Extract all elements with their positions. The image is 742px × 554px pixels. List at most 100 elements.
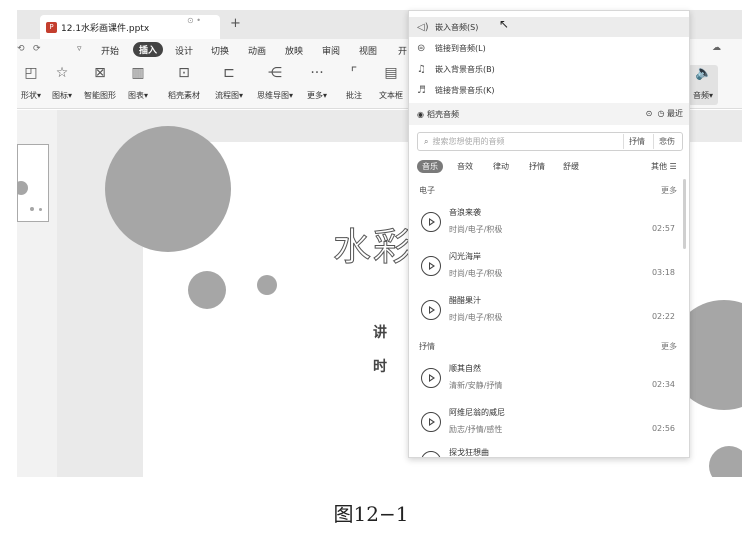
- search-placeholder: 搜索您想使用的音频: [432, 137, 505, 146]
- play-icon[interactable]: [421, 412, 441, 432]
- recent-button[interactable]: ⊙ ◷ 最近: [646, 108, 683, 119]
- track-name: 探戈狂想曲: [449, 448, 489, 457]
- group-lyrical-label: 抒情: [419, 342, 435, 351]
- customize-icon[interactable]: ▿: [77, 44, 82, 54]
- document-tab-title: 12.1水彩画课件.pptx: [61, 23, 150, 34]
- embed-audio-item[interactable]: ◁) 嵌入音频(S): [409, 17, 689, 37]
- music-note-icon: ♫: [417, 63, 426, 75]
- redo-icon[interactable]: ⟳: [33, 44, 41, 54]
- chat-icon[interactable]: ⊙: [646, 109, 653, 118]
- comment-icon: ⌜: [350, 65, 358, 81]
- track-item[interactable]: 闪光海岸 时尚/电子/积极 03:18: [417, 247, 681, 287]
- search-icon: ⌕: [424, 136, 429, 146]
- tab-music[interactable]: 音乐: [417, 160, 443, 173]
- menu-view[interactable]: 视图: [359, 44, 377, 57]
- track-genre: 时尚/电子/积极: [449, 269, 503, 278]
- track-item[interactable]: 顺其自然 清新/安静/抒情 02:34: [417, 359, 681, 399]
- play-icon[interactable]: [421, 256, 441, 276]
- play-icon[interactable]: [421, 300, 441, 320]
- track-duration: 02:56: [651, 424, 675, 433]
- shape-button[interactable]: ◰ 形状▾: [17, 65, 45, 101]
- link-bg-music-item[interactable]: ♬ 链接背景音乐(K): [409, 80, 689, 100]
- chart-button[interactable]: ▥ 图表▾: [123, 65, 153, 101]
- track-name: 顺其自然: [449, 364, 481, 373]
- more-icon: ···: [310, 65, 324, 81]
- search-tag-sad[interactable]: 悲伤: [653, 134, 680, 149]
- menu-home[interactable]: 开始: [101, 44, 119, 57]
- tab-status-icon: ⊙ •: [187, 16, 201, 25]
- thumb-circle: [17, 181, 28, 195]
- slide-thumbnail[interactable]: [17, 144, 49, 222]
- textbox-button[interactable]: ▤ 文本框: [375, 65, 407, 101]
- track-name: 阿维尼翁的威尼: [449, 408, 505, 417]
- slide-thumbnail-panel: [17, 110, 57, 477]
- pptx-file-icon: P: [46, 21, 57, 33]
- slide-title: 水彩: [332, 225, 414, 270]
- track-duration: 02:34: [651, 380, 675, 389]
- tab-soothing[interactable]: 舒缓: [563, 161, 579, 172]
- track-name: 音浪来袭: [449, 208, 481, 217]
- track-genre: 时尚/电子/积极: [449, 225, 503, 234]
- mindmap-icon: ⋲: [268, 65, 282, 81]
- docer-audio-header: ◉ 稻壳音频 ⊙ ◷ 最近: [409, 103, 689, 125]
- menu-design[interactable]: 设计: [175, 44, 193, 57]
- track-item[interactable]: 探戈狂想曲: [417, 447, 681, 457]
- play-icon[interactable]: [421, 368, 441, 388]
- material-icon: ⊡: [178, 65, 190, 81]
- tab-lyrical[interactable]: 抒情: [529, 161, 545, 172]
- menu-slideshow[interactable]: 放映: [285, 44, 303, 57]
- shape-icon: ◰: [24, 65, 38, 81]
- play-icon[interactable]: [421, 212, 441, 232]
- menu-developer[interactable]: 开: [398, 44, 407, 57]
- thumb-dot: [30, 207, 34, 211]
- cloud-icon[interactable]: ☁: [712, 43, 721, 53]
- play-icon[interactable]: [421, 451, 441, 457]
- track-item[interactable]: 音浪来袭 时尚/电子/积极 02:57: [417, 203, 681, 243]
- decor-circle-small: [257, 275, 277, 295]
- smartart-button[interactable]: ⊠ 智能图形: [81, 65, 119, 101]
- tab-sound-effect[interactable]: 音效: [457, 161, 473, 172]
- track-duration: 03:18: [651, 268, 675, 277]
- menu-review[interactable]: 审阅: [322, 44, 340, 57]
- new-tab-button[interactable]: +: [230, 16, 241, 31]
- mindmap-button[interactable]: ⋲ 思维导图▾: [253, 65, 297, 101]
- audio-search-input[interactable]: ⌕ 搜索您想使用的音频 抒情 悲伤: [417, 132, 683, 151]
- group-electronic-more-link[interactable]: 更多: [661, 185, 677, 196]
- icons-icon: ☆: [55, 65, 69, 81]
- flowchart-button[interactable]: ⊏ 流程图▾: [211, 65, 247, 101]
- clock-icon: ◷: [657, 109, 665, 118]
- track-name: 醋醋果汁: [449, 296, 481, 305]
- mouse-cursor-icon: ↖: [499, 17, 510, 31]
- track-duration: 02:57: [651, 224, 675, 233]
- scrollbar[interactable]: [683, 179, 686, 249]
- chart-icon: ▥: [131, 65, 145, 81]
- smartart-icon: ⊠: [94, 65, 106, 81]
- figure-caption: 图12−1: [333, 502, 409, 526]
- track-item[interactable]: 醋醋果汁 时尚/电子/积极 02:22: [417, 291, 681, 331]
- search-tag-lyrical[interactable]: 抒情: [623, 134, 650, 149]
- track-name: 闪光海岸: [449, 252, 481, 261]
- menu-animation[interactable]: 动画: [248, 44, 266, 57]
- icons-button[interactable]: ☆ 图标▾: [47, 65, 77, 101]
- material-button[interactable]: ⊡ 稻壳素材: [165, 65, 203, 101]
- audio-button[interactable]: 🔈 音频▾: [688, 65, 718, 105]
- track-item[interactable]: 阿维尼翁的威尼 励志/抒情/感性 02:56: [417, 403, 681, 443]
- more-button[interactable]: ··· 更多▾: [303, 65, 331, 101]
- link-audio-item[interactable]: ⊜ 链接到音频(L): [409, 38, 689, 58]
- embed-bg-music-item[interactable]: ♫ 嵌入背景音乐(B): [409, 59, 689, 79]
- group-electronic-label: 电子: [419, 186, 435, 195]
- undo-icon[interactable]: ⟲: [17, 44, 25, 54]
- group-lyrical-more-link[interactable]: 更多: [661, 341, 677, 352]
- track-genre: 励志/抒情/感性: [449, 425, 503, 434]
- audio-category-tabs: 音乐 音效 律动 抒情 舒缓 其他 ☰: [417, 160, 683, 175]
- track-genre: 清新/安静/抒情: [449, 381, 503, 390]
- comment-button[interactable]: ⌜ 批注: [341, 65, 367, 101]
- menu-transition[interactable]: 切换: [211, 44, 229, 57]
- tab-other[interactable]: 其他 ☰: [651, 161, 677, 172]
- audio-dropdown-menu: ◁) 嵌入音频(S) ↖ ⊜ 链接到音频(L) ♫ 嵌入背景音乐(B) ♬ 链接…: [408, 10, 690, 458]
- flowchart-icon: ⊏: [223, 65, 235, 81]
- tab-rhythm[interactable]: 律动: [493, 161, 509, 172]
- textbox-icon: ▤: [384, 65, 398, 81]
- speaker-icon: ◁): [417, 21, 429, 33]
- menu-insert[interactable]: 插入: [133, 42, 164, 57]
